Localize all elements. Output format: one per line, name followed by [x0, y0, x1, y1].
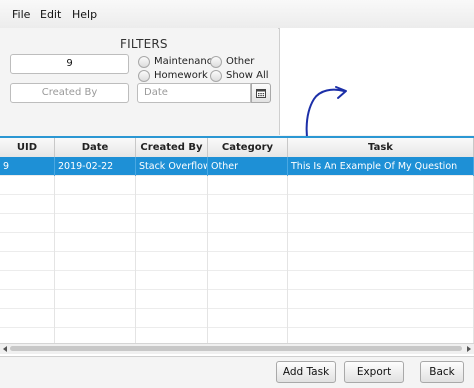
empty-row — [0, 252, 474, 271]
cell-category: Other — [208, 157, 288, 176]
radio-label-homework: Homework — [154, 70, 208, 81]
empty-row — [0, 214, 474, 233]
filters-title: FILTERS — [120, 37, 168, 51]
uid-field[interactable]: 9 — [10, 54, 129, 74]
column-header-created-by[interactable]: Created By — [136, 138, 208, 157]
empty-row — [0, 176, 474, 195]
empty-row — [0, 309, 474, 328]
empty-row — [0, 271, 474, 290]
radio-circle[interactable] — [138, 56, 150, 68]
radio-label-show-all: Show All — [226, 70, 269, 81]
radio-circle[interactable] — [210, 56, 222, 68]
filters-pane: FILTERS 9 Maintenance Other Homework Sho… — [0, 28, 278, 135]
menu-bar: File Edit Help — [0, 0, 474, 29]
horizontal-scrollbar[interactable] — [0, 343, 474, 354]
menu-file[interactable]: File — [12, 8, 30, 21]
footer-bar: Add Task Export Back — [0, 356, 474, 388]
table-row[interactable]: 9 2019-02-22 Stack Overflow Other This I… — [0, 157, 474, 176]
radio-circle[interactable] — [138, 70, 150, 82]
add-task-button[interactable]: Add Task — [276, 361, 336, 383]
calendar-icon — [256, 89, 266, 98]
cell-date: 2019-02-22 — [55, 157, 136, 176]
menu-edit[interactable]: Edit — [40, 8, 61, 21]
back-button[interactable]: Back — [420, 361, 464, 383]
column-header-uid[interactable]: UID — [0, 138, 55, 157]
column-header-category[interactable]: Category — [208, 138, 288, 157]
table-header: UID Date Created By Category Task — [0, 138, 474, 158]
radio-label-maintenance: Maintenance — [154, 56, 219, 67]
scroll-right-icon[interactable] — [466, 346, 471, 352]
column-header-task[interactable]: Task — [288, 138, 474, 157]
empty-row — [0, 233, 474, 252]
empty-row — [0, 195, 474, 214]
cell-task: This Is An Example Of My Question — [288, 157, 474, 176]
date-field[interactable]: Date — [137, 83, 251, 103]
cell-uid: 9 — [0, 157, 55, 176]
scroll-left-icon[interactable] — [3, 346, 8, 352]
radio-circle[interactable] — [210, 70, 222, 82]
menu-help[interactable]: Help — [72, 8, 97, 21]
date-picker-button[interactable] — [251, 83, 271, 103]
task-table: UID Date Created By Category Task 9 2019… — [0, 136, 474, 358]
cell-created-by: Stack Overflow — [136, 157, 208, 176]
empty-row — [0, 290, 474, 309]
created-by-field[interactable]: Created By — [10, 83, 129, 103]
radio-label-other: Other — [226, 56, 255, 67]
export-button[interactable]: Export — [344, 361, 404, 383]
scrollbar-thumb[interactable] — [10, 346, 462, 351]
column-header-date[interactable]: Date — [55, 138, 136, 157]
